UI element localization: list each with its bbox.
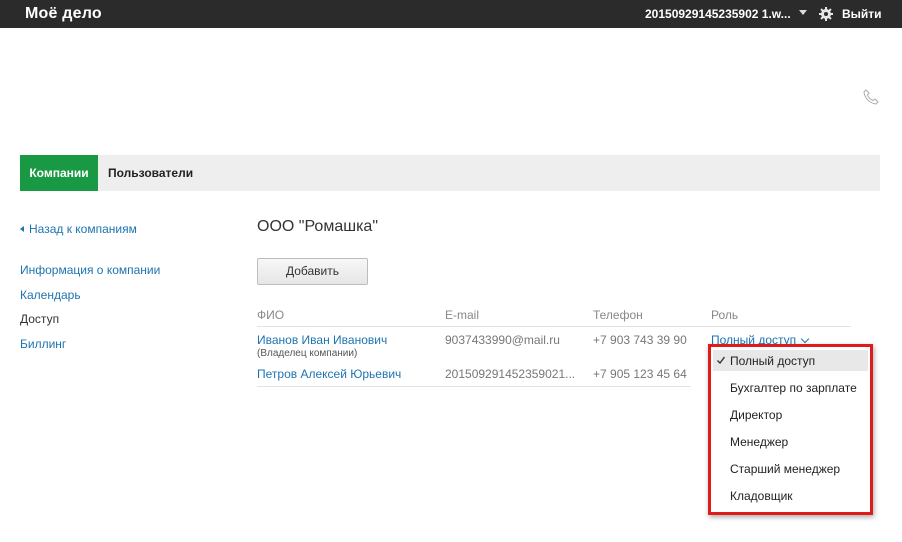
user-name-link[interactable]: Петров Алексей Юрьевич	[257, 367, 401, 381]
back-link-label: Назад к компаниям	[29, 222, 137, 236]
column-header-phone: Телефон	[593, 308, 643, 322]
role-option-manager[interactable]: Менеджер	[730, 435, 788, 449]
back-to-companies-link[interactable]: Назад к компаниям	[20, 222, 137, 236]
role-dropdown-menu: Полный доступ Бухгалтер по зарплате Дире…	[708, 344, 873, 515]
sidebar-item-access[interactable]: Доступ	[20, 311, 160, 336]
gear-icon[interactable]	[818, 6, 834, 22]
sidebar-item-billing[interactable]: Биллинг	[20, 336, 160, 361]
table-divider	[257, 386, 691, 387]
role-option-director[interactable]: Директор	[730, 408, 782, 422]
user-email: 9037433990@mail.ru	[445, 333, 560, 347]
sidebar-item-company-info[interactable]: Информация о компании	[20, 262, 160, 287]
column-header-email: E-mail	[445, 308, 480, 322]
top-bar: Моё дело 20150929145235902 1.w... Выйти	[0, 0, 902, 28]
role-option-full-access[interactable]: Полный доступ	[730, 354, 815, 368]
page-title: ООО "Ромашка"	[257, 218, 378, 235]
role-option-storekeeper[interactable]: Кладовщик	[730, 489, 793, 503]
tab-companies[interactable]: Компании	[20, 155, 98, 191]
user-phone: +7 905 123 45 64	[593, 367, 687, 381]
chevron-left-icon	[20, 226, 24, 232]
app-logo[interactable]: Моё дело	[25, 5, 102, 23]
table-divider	[257, 326, 851, 327]
role-option-senior-manager[interactable]: Старший менеджер	[730, 462, 840, 476]
chevron-down-icon[interactable]	[799, 10, 807, 15]
check-icon	[717, 356, 725, 364]
sidebar-nav: Информация о компании Календарь Доступ Б…	[20, 262, 160, 360]
add-user-button[interactable]: Добавить	[257, 258, 368, 285]
logout-link[interactable]: Выйти	[842, 7, 882, 21]
section-tabs: Компании Пользователи	[20, 155, 880, 191]
user-email: 201509291452359021...	[445, 367, 576, 381]
owner-note: (Владелец компании)	[257, 348, 358, 359]
column-header-name: ФИО	[257, 308, 285, 322]
sidebar-item-calendar[interactable]: Календарь	[20, 287, 160, 312]
chevron-down-icon[interactable]	[800, 334, 810, 344]
user-phone: +7 903 743 39 90	[593, 333, 687, 347]
user-name-link[interactable]: Иванов Иван Иванович	[257, 333, 387, 347]
column-header-role: Роль	[711, 308, 739, 322]
account-name[interactable]: 20150929145235902 1.w...	[645, 7, 791, 21]
role-option-payroll-accountant[interactable]: Бухгалтер по зарплате	[730, 381, 857, 395]
phone-icon[interactable]	[862, 88, 880, 106]
tab-users[interactable]: Пользователи	[108, 155, 193, 191]
